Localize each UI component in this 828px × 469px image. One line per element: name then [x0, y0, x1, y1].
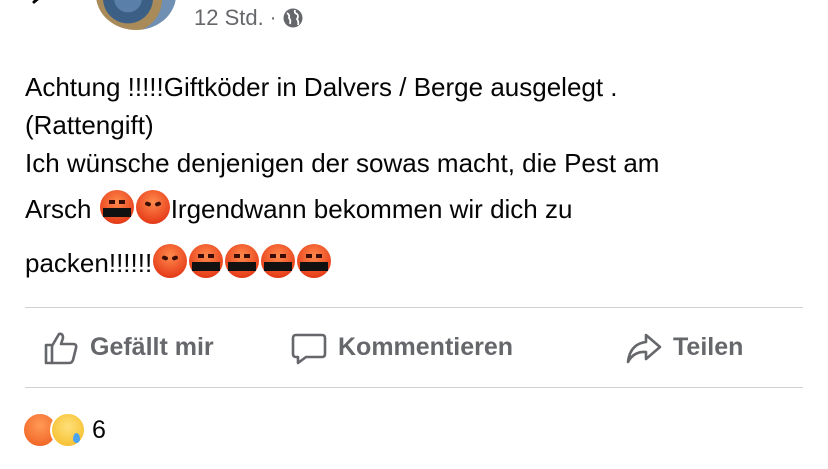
- share-button[interactable]: Teilen: [625, 308, 743, 387]
- reaction-summary[interactable]: 6: [22, 410, 106, 450]
- separator-dot: ·: [269, 6, 277, 29]
- post-line: Irgendwann bekommen wir dich zu: [170, 194, 573, 224]
- post-line: (Rattengift): [25, 110, 154, 140]
- pouting-face-emoji: [153, 244, 188, 278]
- post-line: packen!!!!!!: [25, 248, 153, 278]
- back-arrow-icon[interactable]: [26, 0, 48, 8]
- divider: [25, 387, 803, 388]
- face-with-symbols-emoji: [99, 190, 134, 224]
- post-meta: 12 Std. ·: [194, 4, 304, 32]
- post-line: Arsch: [25, 194, 99, 224]
- face-with-symbols-emoji: [297, 244, 332, 278]
- comment-label: Kommentieren: [338, 333, 514, 361]
- face-with-symbols-emoji: [225, 244, 260, 278]
- post-text: Achtung !!!!!Giftköder in Dalvers / Berg…: [25, 68, 805, 290]
- timestamp[interactable]: 12 Std.: [194, 5, 264, 31]
- comment-button[interactable]: Kommentieren: [290, 308, 513, 387]
- share-arrow-icon: [626, 333, 662, 363]
- post-line: Achtung !!!!!Giftköder in Dalvers / Berg…: [25, 72, 618, 102]
- thumbs-up-icon: [44, 332, 78, 364]
- post-line-with-emoji: Arsch Irgendwann bekommen wir dich zu: [25, 182, 805, 236]
- face-with-symbols-emoji: [261, 244, 296, 278]
- globe-icon[interactable]: [282, 7, 304, 29]
- like-label: Gefällt mir: [90, 333, 214, 361]
- post-line: Ich wünsche denjenigen der sowas macht, …: [25, 148, 660, 178]
- post-line-with-emoji: packen!!!!!!: [25, 236, 805, 290]
- share-label: Teilen: [673, 333, 744, 361]
- reaction-count: 6: [92, 415, 106, 444]
- pouting-face-emoji: [135, 190, 170, 224]
- action-bar: Gefällt mir Kommentieren Teilen: [0, 308, 828, 387]
- comment-bubble-icon: [291, 333, 327, 364]
- like-button[interactable]: Gefällt mir: [42, 308, 214, 387]
- sad-reaction-icon: [50, 412, 86, 448]
- avatar[interactable]: [96, 0, 176, 30]
- face-with-symbols-emoji: [189, 244, 224, 278]
